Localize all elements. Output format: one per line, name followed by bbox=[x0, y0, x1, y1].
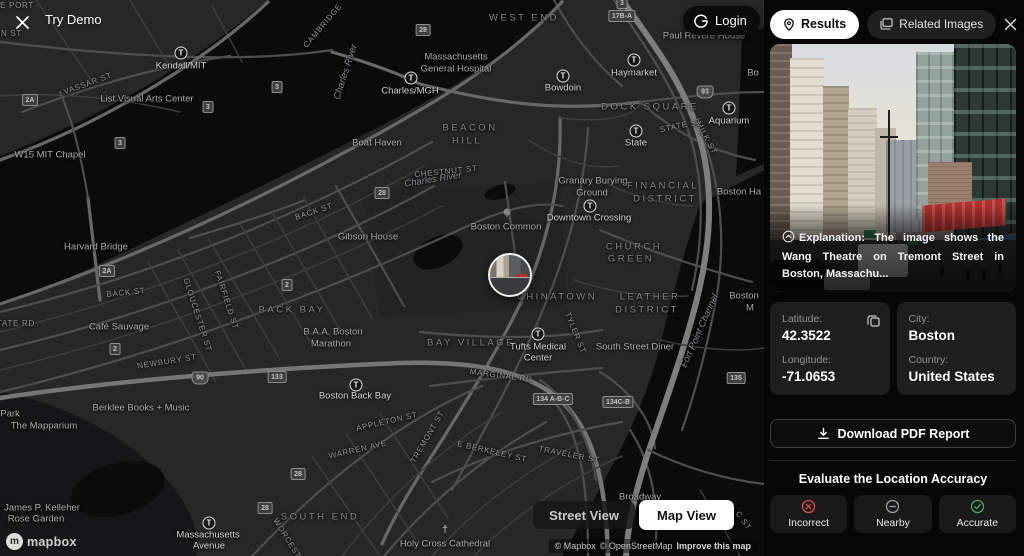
longitude-label: Longitude: bbox=[782, 354, 878, 366]
geospy-logo-icon bbox=[693, 13, 709, 29]
location-photo-marker[interactable] bbox=[488, 253, 532, 297]
download-icon bbox=[817, 427, 830, 440]
tab-results[interactable]: Results bbox=[770, 10, 859, 39]
close-icon bbox=[1004, 18, 1017, 31]
results-panel: Results Related Images bbox=[764, 0, 1024, 556]
country-value: United States bbox=[909, 369, 1005, 384]
result-photo[interactable]: Explanation: The image shows the Wang Th… bbox=[770, 44, 1016, 292]
incorrect-label: Incorrect bbox=[788, 517, 829, 529]
divider bbox=[770, 460, 1016, 461]
accurate-button[interactable]: Accurate bbox=[939, 495, 1016, 533]
attribution-improve-link[interactable]: Improve this map bbox=[676, 541, 751, 551]
accurate-label: Accurate bbox=[957, 517, 998, 529]
tab-related-images-label: Related Images bbox=[899, 17, 983, 31]
evaluate-options: Incorrect Nearby Accurate bbox=[770, 495, 1016, 533]
close-demo-button[interactable] bbox=[12, 12, 32, 32]
mapbox-logo-icon: m bbox=[6, 533, 23, 550]
circle-minus-icon bbox=[885, 499, 900, 514]
map-view[interactable]: E PORTIN STCAMBRIDGEWEST ENDPaul Revere … bbox=[0, 0, 764, 556]
close-icon bbox=[15, 15, 30, 30]
location-pin-icon bbox=[783, 18, 795, 31]
panel-close-button[interactable] bbox=[1004, 13, 1017, 35]
nearby-button[interactable]: Nearby bbox=[854, 495, 931, 533]
app: E PORTIN STCAMBRIDGEWEST ENDPaul Revere … bbox=[0, 0, 1024, 556]
circle-x-icon bbox=[801, 499, 816, 514]
mapbox-logo[interactable]: m mapbox bbox=[6, 533, 77, 550]
circle-check-icon bbox=[970, 499, 985, 514]
city-label: City: bbox=[909, 313, 1005, 325]
login-label: Login bbox=[715, 13, 747, 28]
country-label: Country: bbox=[909, 354, 1005, 366]
expand-explanation-icon[interactable] bbox=[782, 230, 795, 249]
panel-header: Results Related Images bbox=[770, 8, 1016, 40]
city-country-card: City: Boston Country: United States bbox=[897, 302, 1017, 395]
login-button[interactable]: Login bbox=[683, 6, 760, 35]
lat-lng-card: Latitude: 42.3522 Longitude: -71.0653 bbox=[770, 302, 890, 395]
copy-coordinates-button[interactable] bbox=[867, 314, 880, 332]
explanation-overlay[interactable]: Explanation: The image shows the Wang Th… bbox=[770, 204, 1016, 292]
coordinates-section: Latitude: 42.3522 Longitude: -71.0653 Ci… bbox=[770, 302, 1016, 395]
tab-related-images[interactable]: Related Images bbox=[867, 10, 996, 39]
copy-icon bbox=[867, 314, 880, 327]
street-view-button[interactable]: Street View bbox=[533, 501, 635, 529]
incorrect-button[interactable]: Incorrect bbox=[770, 495, 847, 533]
evaluate-title: Evaluate the Location Accuracy bbox=[770, 472, 1016, 486]
map-attribution: © Mapbox © OpenStreetMap Improve this ma… bbox=[549, 539, 757, 553]
download-pdf-label: Download PDF Report bbox=[838, 427, 970, 441]
explanation-label: Explanation: bbox=[799, 232, 865, 244]
city-value: Boston bbox=[909, 328, 1005, 343]
map-view-button[interactable]: Map View bbox=[639, 500, 734, 530]
attribution-mapbox-link[interactable]: © Mapbox bbox=[555, 541, 596, 551]
latitude-value: 42.3522 bbox=[782, 328, 878, 343]
try-demo-button[interactable]: Try Demo bbox=[45, 12, 102, 27]
tab-results-label: Results bbox=[801, 17, 846, 31]
longitude-value: -71.0653 bbox=[782, 369, 878, 384]
mapbox-logo-text: mapbox bbox=[27, 535, 77, 549]
map-canvas bbox=[0, 0, 764, 556]
attribution-osm-link[interactable]: © OpenStreetMap bbox=[600, 541, 673, 551]
view-toggle: Street View Map View bbox=[533, 500, 734, 530]
latitude-label: Latitude: bbox=[782, 313, 878, 325]
related-images-icon bbox=[880, 18, 893, 30]
nearby-label: Nearby bbox=[876, 517, 910, 529]
download-pdf-button[interactable]: Download PDF Report bbox=[770, 419, 1016, 448]
